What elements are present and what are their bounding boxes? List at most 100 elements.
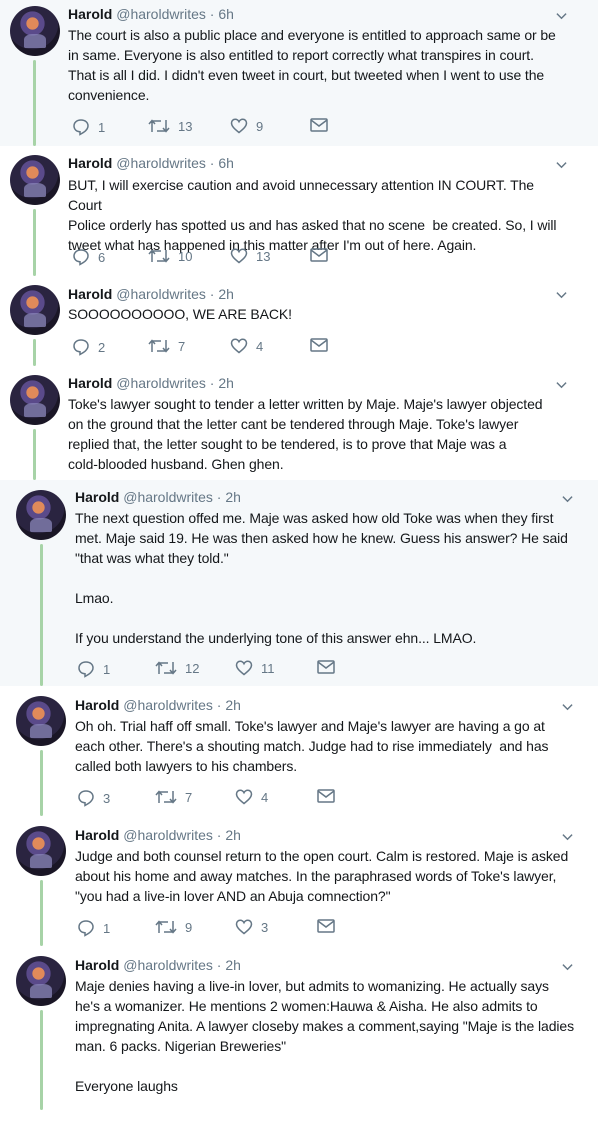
retweet-button[interactable]: 9 bbox=[155, 919, 192, 935]
retweet-count: 12 bbox=[185, 660, 200, 676]
chevron-down-icon[interactable] bbox=[556, 10, 567, 21]
like-button[interactable]: 3 bbox=[235, 919, 268, 935]
author-name[interactable]: Harold bbox=[75, 697, 119, 713]
author-name[interactable]: Harold bbox=[75, 827, 119, 843]
author-handle[interactable]: @haroldwrites · 2h bbox=[123, 697, 241, 713]
author-handle[interactable]: @haroldwrites · 2h bbox=[123, 957, 241, 973]
heart-icon bbox=[235, 660, 253, 676]
author-name[interactable]: Harold bbox=[68, 155, 112, 171]
retweet-button[interactable]: 7 bbox=[148, 338, 185, 354]
retweet-button[interactable]: 7 bbox=[155, 789, 192, 805]
avatar[interactable] bbox=[16, 956, 66, 1006]
like-button[interactable]: 11 bbox=[235, 660, 275, 676]
reply-button[interactable]: 2 bbox=[72, 338, 105, 356]
retweet-button[interactable]: 12 bbox=[155, 660, 199, 676]
tweet[interactable]: Harold @haroldwrites · 6h BUT, I will ex… bbox=[0, 146, 598, 276]
retweet-count: 13 bbox=[178, 118, 193, 134]
tweet[interactable]: Harold @haroldwrites · 2h Toke's lawyer … bbox=[0, 366, 598, 480]
reply-button[interactable]: 1 bbox=[77, 660, 110, 678]
avatar[interactable] bbox=[10, 6, 60, 56]
author-handle[interactable]: @haroldwrites · 6h bbox=[116, 155, 234, 171]
message-button[interactable] bbox=[310, 338, 328, 352]
chevron-down-icon[interactable] bbox=[562, 831, 573, 842]
message-button[interactable] bbox=[317, 660, 335, 674]
reply-icon bbox=[73, 249, 89, 266]
reply-button[interactable]: 6 bbox=[72, 248, 105, 266]
like-count: 4 bbox=[261, 789, 269, 805]
tweet-text: SOOOOOOOOOO, WE ARE BACK! bbox=[68, 306, 292, 322]
chevron-down-icon[interactable] bbox=[556, 289, 567, 300]
chevron-down-icon[interactable] bbox=[562, 701, 573, 712]
avatar[interactable] bbox=[16, 826, 66, 876]
message-button[interactable] bbox=[317, 789, 335, 803]
like-button[interactable]: 9 bbox=[230, 118, 263, 134]
like-count: 3 bbox=[261, 919, 269, 935]
like-button[interactable]: 4 bbox=[235, 789, 268, 805]
reply-button[interactable]: 1 bbox=[77, 919, 110, 937]
retweet-icon bbox=[155, 661, 177, 675]
avatar[interactable] bbox=[16, 490, 66, 540]
author-name[interactable]: Harold bbox=[75, 489, 119, 505]
tweet[interactable]: Harold @haroldwrites · 6h The court is a… bbox=[0, 0, 598, 146]
author-name[interactable]: Harold bbox=[68, 286, 112, 302]
retweet-button[interactable]: 13 bbox=[148, 118, 192, 134]
retweet-icon bbox=[155, 920, 177, 934]
retweet-button[interactable]: 10 bbox=[148, 248, 192, 264]
tweet[interactable]: Harold @haroldwrites · 2h Oh oh. Trial h… bbox=[0, 686, 598, 816]
message-button[interactable] bbox=[310, 118, 328, 132]
avatar[interactable] bbox=[10, 285, 60, 335]
like-count: 13 bbox=[256, 248, 271, 264]
heart-icon bbox=[230, 338, 248, 354]
avatar[interactable] bbox=[16, 696, 66, 746]
reply-count: 1 bbox=[103, 661, 111, 677]
tweet[interactable]: Harold @haroldwrites · 2h Judge and both… bbox=[0, 816, 598, 946]
message-button[interactable] bbox=[317, 919, 335, 933]
author-handle[interactable]: @haroldwrites · 2h bbox=[116, 375, 234, 391]
tweet-actions: 1 12 11 bbox=[75, 660, 375, 680]
author-handle[interactable]: @haroldwrites · 2h bbox=[123, 827, 241, 843]
like-count: 9 bbox=[256, 118, 264, 134]
tweet[interactable]: Harold @haroldwrites · 2h The next quest… bbox=[0, 480, 598, 686]
author-handle[interactable]: @haroldwrites · 6h bbox=[116, 6, 234, 22]
reply-button[interactable]: 3 bbox=[77, 789, 110, 807]
author-name[interactable]: Harold bbox=[75, 957, 119, 973]
retweet-count: 7 bbox=[185, 789, 193, 805]
author-name[interactable]: Harold bbox=[68, 375, 112, 391]
avatar[interactable] bbox=[10, 155, 60, 205]
tweet-header: Harold @haroldwrites · 2h bbox=[75, 696, 241, 714]
tweet-header: Harold @haroldwrites · 2h bbox=[75, 826, 241, 844]
author-name[interactable]: Harold bbox=[68, 6, 112, 22]
chevron-down-icon[interactable] bbox=[556, 159, 567, 170]
tweet-text: Oh oh. Trial haff off small. Toke's lawy… bbox=[75, 718, 549, 774]
tweet-actions: 1 9 3 bbox=[75, 919, 375, 939]
chevron-down-icon[interactable] bbox=[556, 379, 567, 390]
like-button[interactable]: 4 bbox=[230, 338, 263, 354]
heart-icon bbox=[230, 118, 248, 134]
like-count: 4 bbox=[256, 338, 264, 354]
author-handle[interactable]: @haroldwrites · 2h bbox=[123, 489, 241, 505]
tweet-text: The next question offed me. Maje was ask… bbox=[75, 510, 568, 646]
tweet-actions: 1 13 9 bbox=[68, 118, 368, 138]
tweet-text: Judge and both counsel return to the ope… bbox=[75, 848, 569, 904]
heart-icon bbox=[235, 919, 253, 935]
like-count: 11 bbox=[261, 660, 275, 676]
retweet-count: 7 bbox=[178, 338, 186, 354]
envelope-icon bbox=[317, 789, 335, 803]
author-handle[interactable]: @haroldwrites · 2h bbox=[116, 286, 234, 302]
tweet-text: Maje denies having a live-in lover, but … bbox=[75, 978, 574, 1094]
reply-count: 1 bbox=[98, 119, 106, 135]
reply-icon bbox=[78, 920, 94, 937]
chevron-down-icon[interactable] bbox=[562, 493, 573, 504]
avatar[interactable] bbox=[10, 375, 60, 425]
tweet-actions: 3 7 4 bbox=[75, 789, 375, 809]
tweet-actions: 2 7 4 bbox=[68, 338, 368, 358]
message-button[interactable] bbox=[310, 248, 328, 262]
tweet[interactable]: Harold @haroldwrites · 2h Maje denies ha… bbox=[0, 946, 598, 1122]
like-button[interactable]: 13 bbox=[230, 248, 270, 264]
thread-line bbox=[33, 60, 36, 146]
retweet-count: 9 bbox=[185, 919, 193, 935]
chevron-down-icon[interactable] bbox=[562, 961, 573, 972]
tweet[interactable]: Harold @haroldwrites · 2h SOOOOOOOOOO, W… bbox=[0, 276, 598, 366]
reply-count: 2 bbox=[98, 339, 106, 355]
reply-button[interactable]: 1 bbox=[72, 118, 105, 136]
